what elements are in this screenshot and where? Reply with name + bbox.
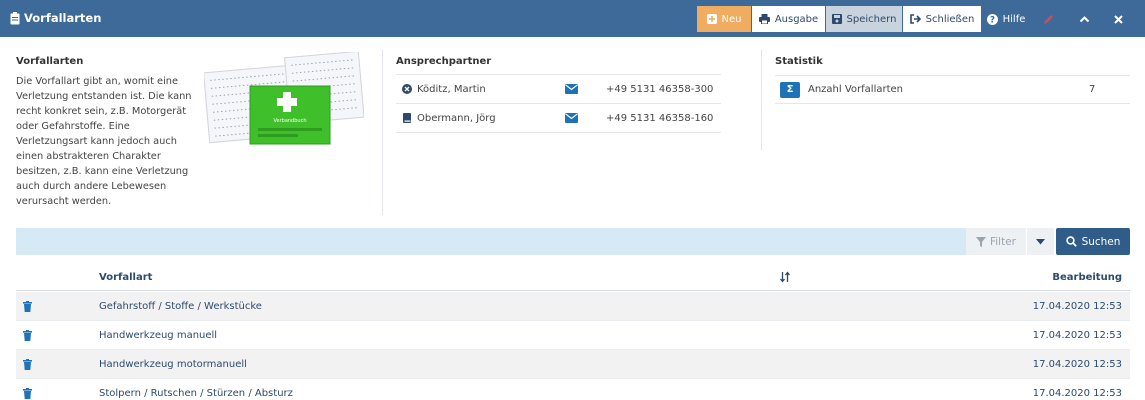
window-close-button[interactable]	[1106, 6, 1130, 32]
save-button-label: Speichern	[846, 13, 897, 25]
plus-square-icon	[706, 14, 717, 24]
close-button-label: Schließen	[925, 13, 975, 25]
help-button-label: Hilfe	[1002, 13, 1026, 25]
contact-phone: +49 5131 46358-160	[606, 112, 714, 124]
new-button-label: Neu	[721, 13, 742, 25]
filter-button[interactable]: Filter	[966, 228, 1026, 255]
stats-title: Statistik	[775, 56, 823, 67]
close-circle-icon	[402, 84, 412, 94]
trash-icon[interactable]	[23, 330, 32, 341]
row-date: 17.04.2020 12:53	[1032, 388, 1122, 399]
save-icon	[831, 14, 842, 24]
trash-icon[interactable]	[23, 301, 32, 312]
output-button[interactable]: Ausgabe	[752, 6, 825, 32]
filter-icon	[975, 236, 986, 247]
filter-dropdown-button[interactable]	[1027, 228, 1054, 255]
table-row[interactable]: Stolpern / Rutschen / Stürzen / Absturz …	[16, 379, 1130, 400]
row-name[interactable]: Stolpern / Rutschen / Stürzen / Absturz	[99, 388, 293, 399]
stat-value: 7	[1089, 84, 1096, 95]
edit-button[interactable]	[1036, 6, 1060, 32]
question-circle-icon: ?	[986, 13, 998, 25]
save-button[interactable]: Speichern	[826, 6, 902, 32]
svg-text:?: ?	[990, 15, 995, 25]
row-name[interactable]: Handwerkzeug manuell	[99, 330, 217, 341]
search-button[interactable]: Suchen	[1056, 228, 1130, 255]
trash-icon[interactable]	[23, 359, 32, 370]
row-name[interactable]: Handwerkzeug motormanuell	[99, 359, 247, 370]
table-header: Vorfallart Bearbeitung	[16, 263, 1130, 291]
app-title-text: Vorfallarten	[24, 11, 102, 25]
verbandbuch-image: Verbandbuch	[204, 52, 364, 145]
info-title: Vorfallarten	[16, 56, 84, 67]
envelope-icon[interactable]	[565, 113, 578, 123]
sign-out-icon	[909, 14, 921, 24]
trash-icon[interactable]	[23, 388, 32, 399]
image-caption: Verbandbuch	[273, 118, 306, 124]
app-title: Vorfallarten	[10, 11, 101, 25]
row-date: 17.04.2020 12:53	[1032, 301, 1122, 312]
table-row[interactable]: Handwerkzeug motormanuell 17.04.2020 12:…	[16, 350, 1130, 379]
new-button[interactable]: Neu	[697, 6, 751, 32]
stat-row: Σ Anzahl Vorfallarten 7	[775, 75, 1130, 104]
divider	[761, 50, 762, 150]
sort-icon[interactable]	[780, 271, 790, 283]
help-button[interactable]: ? Hilfe	[984, 6, 1028, 32]
envelope-icon[interactable]	[565, 84, 578, 94]
contact-phone: +49 5131 46358-300	[606, 83, 714, 95]
row-name[interactable]: Gefahrstoff / Stoffe / Werkstücke	[99, 301, 262, 312]
contact-name[interactable]: Obermann, Jörg	[417, 113, 565, 124]
output-button-label: Ausgabe	[774, 13, 819, 25]
column-header-vorfallart[interactable]: Vorfallart	[99, 272, 152, 283]
close-icon	[1113, 14, 1123, 24]
sigma-icon: Σ	[780, 81, 800, 98]
info-description: Die Vorfallart gibt an, womit eine Verle…	[16, 76, 192, 207]
divider	[382, 50, 383, 215]
filter-button-label: Filter	[989, 235, 1016, 248]
row-date: 17.04.2020 12:53	[1032, 330, 1122, 341]
caret-down-icon	[1036, 238, 1045, 244]
book-icon	[403, 113, 411, 123]
close-button[interactable]: Schließen	[903, 6, 981, 32]
table-row[interactable]: Gefahrstoff / Stoffe / Werkstücke 17.04.…	[16, 292, 1130, 321]
stat-label: Anzahl Vorfallarten	[808, 84, 903, 95]
search-button-label: Suchen	[1081, 235, 1121, 248]
search-icon	[1065, 236, 1077, 247]
row-date: 17.04.2020 12:53	[1032, 359, 1122, 370]
collapse-button[interactable]	[1072, 6, 1096, 32]
table-row[interactable]: Handwerkzeug manuell 17.04.2020 12:53	[16, 321, 1130, 350]
column-header-bearbeitung[interactable]: Bearbeitung	[1052, 272, 1122, 283]
top-bar: Vorfallarten Neu Ausgabe Speichern Schli…	[0, 0, 1145, 37]
search-input[interactable]	[16, 228, 966, 255]
print-icon	[758, 14, 770, 24]
chevron-up-icon	[1079, 16, 1089, 23]
contact-row: Köditz, Martin +49 5131 46358-300	[396, 75, 721, 104]
contact-name[interactable]: Köditz, Martin	[417, 84, 565, 95]
pencil-icon	[1043, 14, 1053, 24]
contacts-title: Ansprechpartner	[396, 56, 492, 67]
contact-row: Obermann, Jörg +49 5131 46358-160	[396, 104, 721, 133]
clipboard-icon	[10, 11, 20, 24]
